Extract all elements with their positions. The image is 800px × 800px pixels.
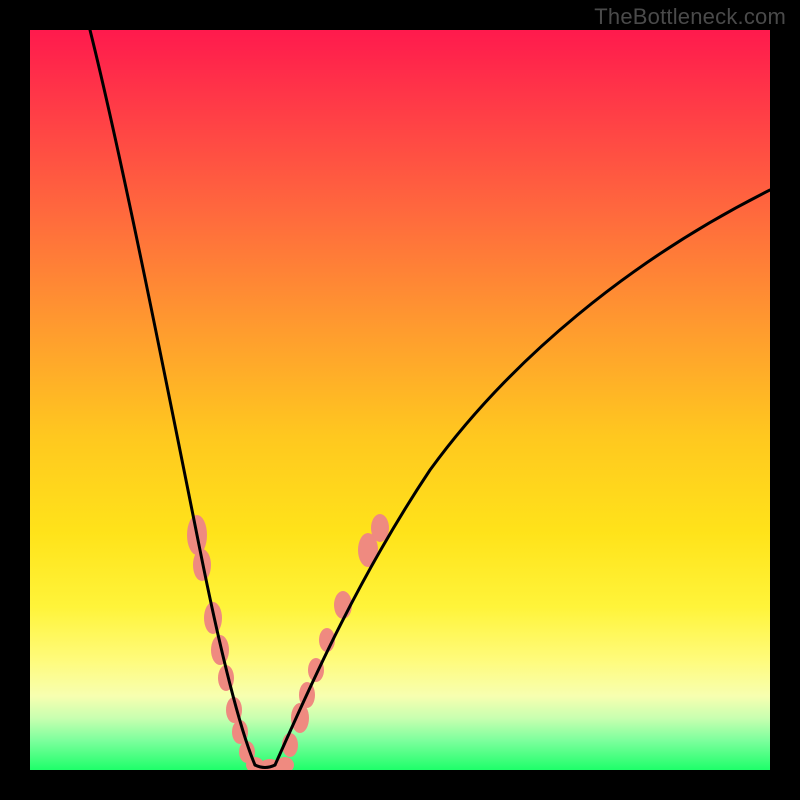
watermark-text: TheBottleneck.com — [594, 4, 786, 30]
chart-plot-area — [30, 30, 770, 770]
